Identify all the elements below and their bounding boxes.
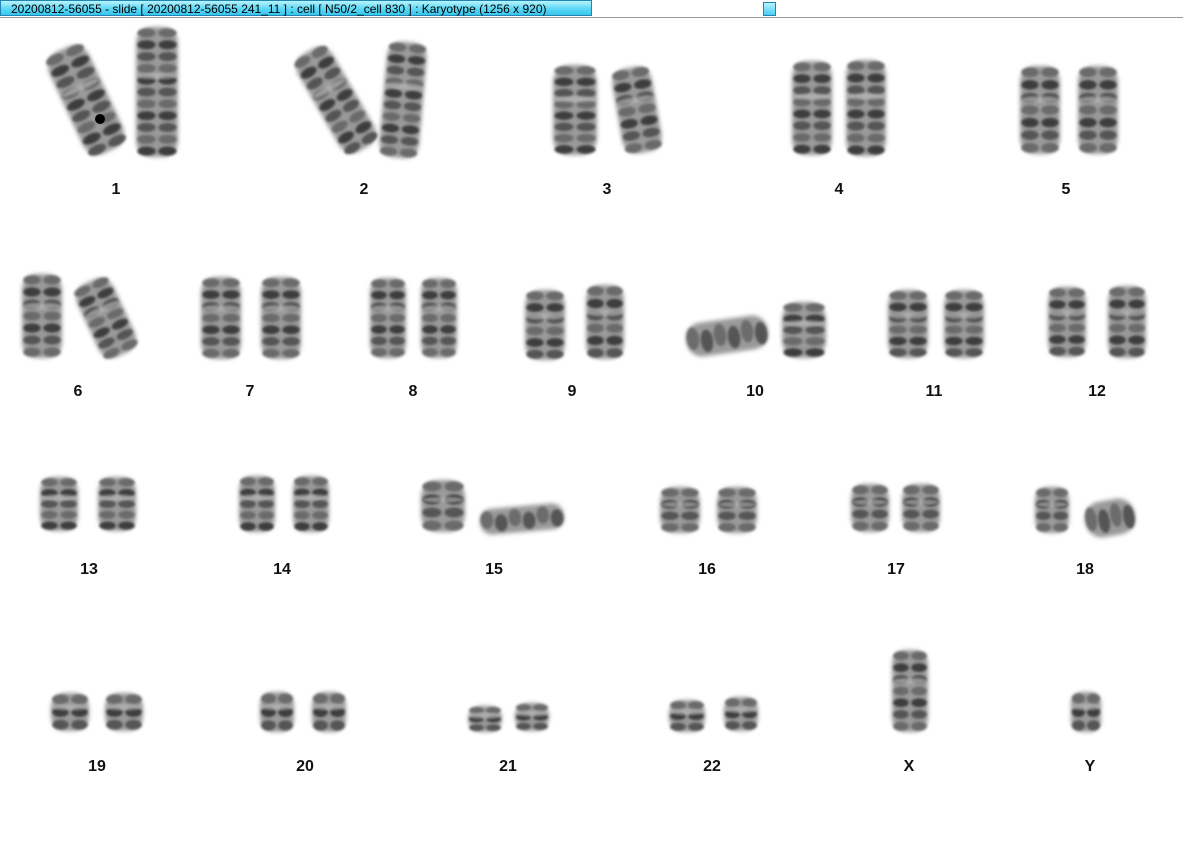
chromosome-16-a[interactable]	[660, 487, 700, 533]
chromosome-13-a[interactable]	[40, 477, 78, 531]
chromosome-19-a[interactable]	[51, 693, 89, 731]
chromosome-label-14: 14	[273, 561, 291, 578]
chromosome-label-8: 8	[408, 383, 418, 400]
chromosome-1-a[interactable]	[42, 40, 129, 160]
chromosome-8-b[interactable]	[421, 278, 457, 358]
chromosome-20-a[interactable]	[260, 692, 294, 732]
chromosome-21-b[interactable]	[515, 703, 549, 731]
chromosome-17-a[interactable]	[851, 484, 889, 532]
window-title: 20200812-56055 - slide [ 20200812-56055 …	[11, 2, 547, 16]
chromosome-13-b[interactable]	[98, 477, 136, 531]
chromosome-label-20: 20	[296, 758, 314, 775]
chromosome-15-b[interactable]	[479, 502, 565, 535]
chromosome-14-a[interactable]	[239, 476, 275, 532]
title-bar: 20200812-56055 - slide [ 20200812-56055 …	[0, 0, 1183, 18]
chromosome-label-1: 1	[111, 181, 121, 198]
chromosome-label-16: 16	[698, 561, 716, 578]
title-pane: 20200812-56055 - slide [ 20200812-56055 …	[0, 0, 592, 16]
chromosome-9-b[interactable]	[586, 285, 624, 359]
chromosome-6-a[interactable]	[22, 274, 62, 358]
chromosome-10-a[interactable]	[684, 313, 770, 358]
chromosome-6-b[interactable]	[71, 273, 141, 362]
chromosome-label-6: 6	[73, 383, 83, 400]
chromosome-19-b[interactable]	[105, 693, 143, 731]
chromosome-3-a[interactable]	[553, 65, 597, 155]
chromosome-20-b[interactable]	[312, 692, 346, 732]
chromosome-2-a[interactable]	[291, 42, 382, 159]
chromosome-Y-a[interactable]	[1071, 692, 1101, 732]
chromosome-11-b[interactable]	[944, 290, 984, 358]
chromosome-22-b[interactable]	[724, 697, 758, 731]
chromosome-8-a[interactable]	[370, 278, 406, 358]
chromosome-18-b[interactable]	[1082, 496, 1137, 540]
chromosome-3-b[interactable]	[610, 64, 664, 156]
chromosome-label-3: 3	[602, 181, 612, 198]
chromosome-22-a[interactable]	[669, 700, 705, 732]
chromosome-label-10: 10	[746, 383, 764, 400]
karyotype-canvas	[22, 27, 1146, 732]
chromosome-label-X: X	[903, 758, 915, 775]
chromosome-label-22: 22	[703, 758, 721, 775]
chromosome-16-b[interactable]	[717, 487, 757, 533]
chromosome-21-a[interactable]	[468, 706, 502, 732]
chromosome-label-12: 12	[1088, 383, 1106, 400]
chromosome-label-11: 11	[925, 383, 943, 400]
chromosome-label-5: 5	[1061, 181, 1071, 198]
scroll-thumb[interactable]	[763, 2, 776, 16]
chromosome-label-13: 13	[80, 561, 98, 578]
chromosome-14-b[interactable]	[293, 476, 329, 532]
chromosome-5-b[interactable]	[1078, 66, 1118, 154]
chromosome-5-a[interactable]	[1020, 66, 1060, 154]
chromosome-17-b[interactable]	[902, 484, 940, 532]
chromosome-label-7: 7	[245, 383, 255, 400]
chromosome-label-9: 9	[567, 383, 577, 400]
chromosome-images	[22, 27, 1146, 732]
chromosome-10-b[interactable]	[782, 302, 826, 358]
chromosome-18-a[interactable]	[1035, 487, 1069, 533]
chromosome-7-a[interactable]	[201, 277, 241, 359]
chromosome-9-a[interactable]	[525, 290, 565, 360]
chromosome-X-a[interactable]	[892, 650, 928, 732]
chromosome-label-21: 21	[499, 758, 517, 775]
chromosome-label-2: 2	[359, 181, 369, 198]
chromosome-label-19: 19	[88, 758, 106, 775]
chromosome-12-b[interactable]	[1108, 286, 1146, 358]
chromosome-label-17: 17	[887, 561, 905, 578]
chromosome-15-a[interactable]	[421, 480, 465, 532]
chromosome-4-b[interactable]	[846, 60, 886, 156]
chromosome-2-b[interactable]	[378, 40, 428, 159]
chromosome-12-a[interactable]	[1048, 287, 1086, 357]
chromosome-4-a[interactable]	[792, 61, 832, 155]
chromosome-11-a[interactable]	[888, 290, 928, 358]
chromosome-label-Y: Y	[1084, 758, 1096, 775]
chromosome-label-18: 18	[1076, 561, 1094, 578]
marker-dot	[95, 114, 105, 124]
chromosome-label-15: 15	[485, 561, 503, 578]
chromosome-1-b[interactable]	[136, 27, 178, 157]
chromosome-7-b[interactable]	[261, 277, 301, 359]
chromosome-label-4: 4	[834, 181, 844, 198]
